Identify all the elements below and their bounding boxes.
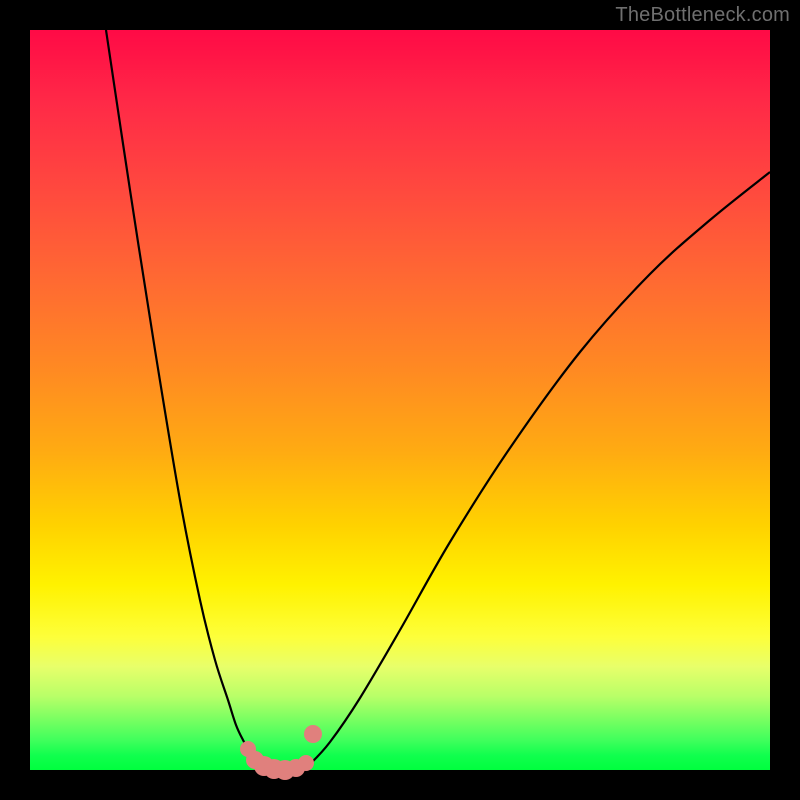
valley-dots-group (240, 725, 322, 780)
curve-path (106, 30, 770, 770)
valley-dot (298, 755, 314, 771)
valley-dot (304, 725, 322, 743)
watermark-text: TheBottleneck.com (615, 4, 790, 27)
bottleneck-curve (30, 30, 770, 770)
plot-area (30, 30, 770, 770)
chart-frame: TheBottleneck.com (0, 0, 800, 800)
